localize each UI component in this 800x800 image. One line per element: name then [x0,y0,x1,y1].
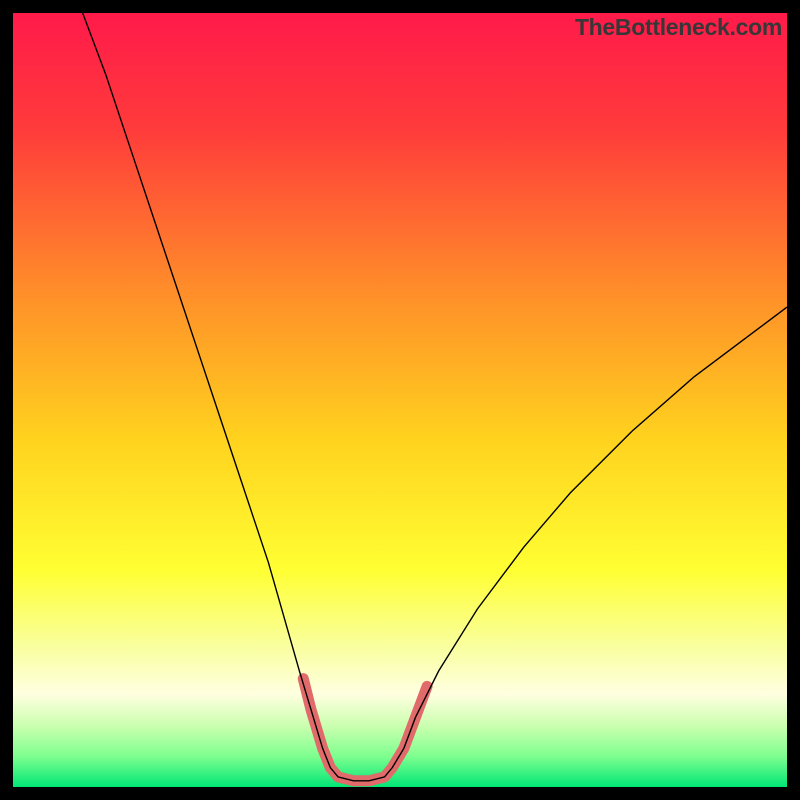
watermark-text: TheBottleneck.com [575,14,782,41]
bottleneck-chart [13,13,787,787]
gradient-background [13,13,787,787]
chart-frame [13,13,787,787]
